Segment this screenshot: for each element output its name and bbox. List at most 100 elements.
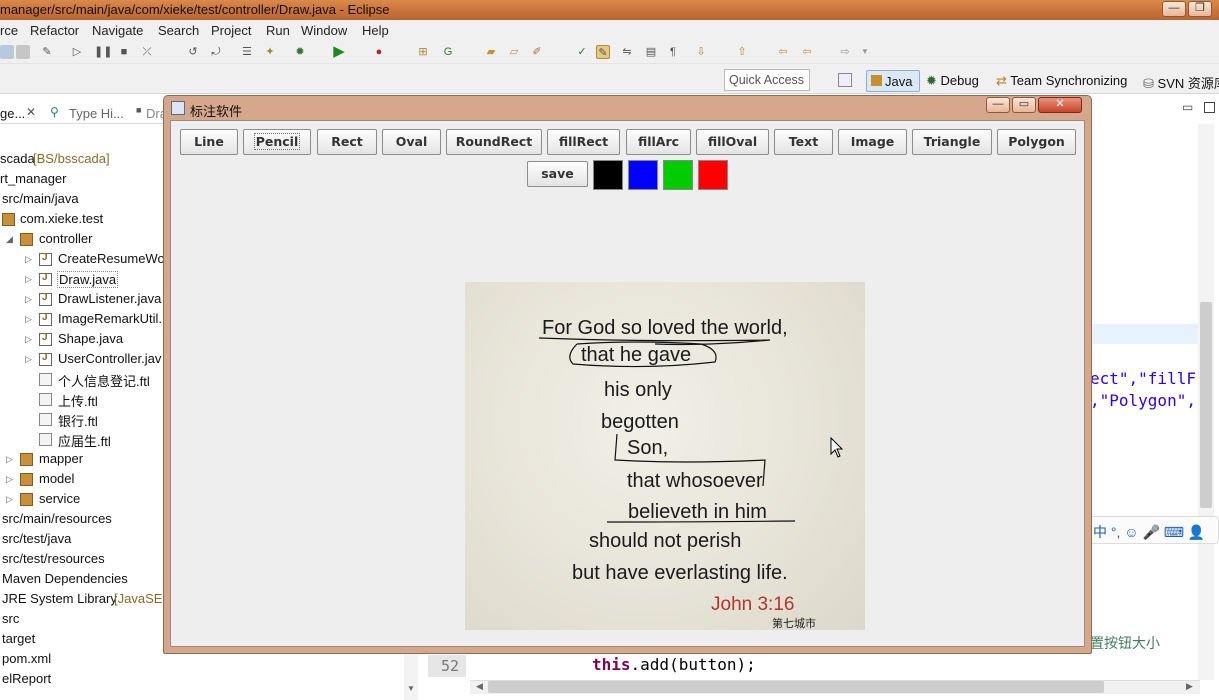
menu-source[interactable]: rce bbox=[0, 23, 18, 38]
verse-line: Son, bbox=[627, 437, 668, 459]
save-button[interactable]: save bbox=[527, 161, 588, 187]
toggle-mark-occurrences-icon[interactable]: ✎ bbox=[596, 45, 610, 59]
tool-line-button[interactable]: Line bbox=[180, 129, 238, 155]
menu-run[interactable]: Run bbox=[266, 23, 290, 38]
use-step-filters-icon[interactable]: ☰ bbox=[240, 45, 254, 59]
toggle-block-icon[interactable]: ⇋ bbox=[620, 45, 634, 59]
horizontal-scroll-thumb[interactable] bbox=[488, 681, 1104, 693]
word-wrap-icon[interactable]: ▤ bbox=[644, 45, 658, 59]
menu-project[interactable]: Project bbox=[211, 23, 251, 38]
java-file-icon bbox=[39, 292, 52, 306]
open-folder-icon[interactable]: ▱ bbox=[507, 45, 521, 59]
verse-image: For God so loved the world, that he gave… bbox=[538, 317, 816, 630]
tool-fillrect-button[interactable]: fillRect bbox=[547, 129, 620, 155]
package-icon bbox=[20, 233, 33, 246]
open-perspective-icon[interactable] bbox=[838, 73, 852, 87]
menu-search[interactable]: Search bbox=[158, 23, 199, 38]
perspective-team-sync[interactable]: ⇄ Team Synchronizing bbox=[994, 70, 1129, 92]
scroll-left-icon[interactable]: ◀ bbox=[476, 681, 483, 692]
step-return-icon[interactable]: ↺ bbox=[186, 45, 200, 59]
verse-line: should not perish bbox=[589, 530, 741, 552]
forward-icon[interactable]: ⇨ bbox=[838, 45, 852, 59]
dialog-minimize-button[interactable]: — bbox=[986, 97, 1010, 113]
run-external-icon[interactable]: ● bbox=[372, 45, 386, 59]
tool-polygon-button[interactable]: Polygon bbox=[997, 129, 1076, 155]
tool-text-button[interactable]: Text bbox=[774, 129, 833, 155]
show-whitespace-icon[interactable]: ¶ bbox=[666, 45, 680, 59]
view-tabs: ge... ✕ ⚲ Type Hi... ■ Dra bbox=[0, 98, 167, 124]
search-icon[interactable]: ✐ bbox=[530, 45, 544, 59]
last-edit-icon[interactable]: ⇦ bbox=[776, 45, 790, 59]
mouse-cursor-icon bbox=[830, 437, 844, 458]
pin-icon[interactable]: ✎ bbox=[40, 45, 54, 59]
close-icon[interactable]: ✕ bbox=[26, 105, 36, 119]
outline-icon: ■ bbox=[136, 105, 142, 115]
vertical-scroll-thumb[interactable] bbox=[1200, 302, 1212, 508]
restore-button[interactable]: ❐ bbox=[1188, 1, 1212, 17]
code-line: this.add(button); bbox=[592, 655, 756, 674]
prev-annotation-icon[interactable]: ⇧ bbox=[735, 45, 749, 59]
collapsed-arrow-icon: ▷ bbox=[6, 494, 13, 504]
next-annotation-icon[interactable]: ⇩ bbox=[694, 45, 708, 59]
main-toolbar: ✎ ▷ ❚❚ ■ ⤫ ↺ ⤾ ☰ ✦ ✹ ▶ ● ⊞ G ▰ ▱ ✐ ✓ ✎ ⇋… bbox=[0, 40, 1219, 64]
disconnect-icon[interactable]: ⤫ bbox=[140, 45, 154, 59]
collapsed-arrow-icon: ▷ bbox=[25, 254, 32, 264]
new-wizard-icon[interactable]: ✦ bbox=[263, 45, 277, 59]
package-icon bbox=[20, 453, 33, 466]
tool-roundrect-button[interactable]: RoundRect bbox=[446, 129, 542, 155]
tool-rect-button[interactable]: Rect bbox=[317, 129, 377, 155]
resume-icon[interactable]: ▷ bbox=[70, 45, 84, 59]
java-file-icon bbox=[39, 352, 52, 366]
menu-refactor[interactable]: Refactor bbox=[30, 23, 79, 38]
tab-type-hierarchy[interactable]: Type Hi... bbox=[69, 106, 124, 121]
perspective-debug[interactable]: ✹ Debug bbox=[924, 70, 981, 92]
minimize-view-icon[interactable]: ▭ bbox=[1182, 100, 1193, 114]
file-icon bbox=[39, 373, 52, 386]
new-java-project-icon[interactable]: ⊞ bbox=[416, 45, 430, 59]
color-blue-swatch[interactable] bbox=[628, 160, 658, 190]
scroll-right-icon[interactable]: ▶ bbox=[1186, 681, 1193, 692]
line-number: 52 bbox=[428, 655, 466, 677]
annotation-icon[interactable]: ✓ bbox=[575, 45, 589, 59]
java-file-icon bbox=[39, 332, 52, 346]
perspective-svn[interactable]: ⛁ SVN 资源库 bbox=[1141, 70, 1219, 92]
color-red-swatch[interactable] bbox=[698, 160, 728, 190]
minimize-button[interactable]: — bbox=[1162, 1, 1186, 17]
new-class-icon[interactable]: G bbox=[441, 45, 455, 59]
tool-pencil-button[interactable]: Pencil bbox=[243, 129, 311, 155]
ime-status: 中 °, ☺ 🎤 ⌨ 👤 bbox=[1093, 524, 1206, 540]
open-type-icon[interactable]: ▰ bbox=[484, 45, 498, 59]
chevron-down-icon[interactable]: ▼ bbox=[858, 45, 872, 59]
run-icon[interactable]: ▶ bbox=[332, 44, 346, 59]
file-icon bbox=[39, 433, 52, 446]
tool-oval-button[interactable]: Oval bbox=[382, 129, 441, 155]
tab-package-explorer[interactable]: ge... bbox=[0, 106, 25, 121]
bug-icon: ✹ bbox=[926, 73, 937, 88]
drop-frame-icon[interactable]: ⤾ bbox=[209, 45, 223, 59]
back-icon[interactable]: ⇦ bbox=[800, 45, 814, 59]
quick-access-field[interactable]: Quick Access bbox=[724, 69, 810, 91]
terminate-icon[interactable]: ■ bbox=[117, 45, 131, 59]
maximize-view-icon[interactable] bbox=[1204, 102, 1215, 113]
print-icon[interactable] bbox=[16, 45, 30, 59]
verse-line: begotten bbox=[601, 411, 679, 433]
color-black-swatch[interactable] bbox=[593, 160, 623, 190]
tool-fillarc-button[interactable]: fillArc bbox=[626, 129, 691, 155]
dialog-close-button[interactable]: ✕ bbox=[1038, 97, 1082, 113]
color-green-swatch[interactable] bbox=[663, 160, 693, 190]
suspend-icon[interactable]: ❚❚ bbox=[94, 45, 112, 59]
save-all-icon[interactable] bbox=[0, 45, 14, 59]
tool-filloval-button[interactable]: fillOval bbox=[696, 129, 769, 155]
dialog-maximize-button[interactable]: ▭ bbox=[1012, 97, 1036, 113]
tool-triangle-button[interactable]: Triangle bbox=[912, 129, 992, 155]
verse-line: that whosoever bbox=[627, 470, 763, 492]
java-perspective-icon bbox=[871, 75, 882, 86]
verse-line: but have everlasting life. bbox=[572, 562, 788, 584]
debug-icon[interactable]: ✹ bbox=[293, 45, 307, 59]
menu-window[interactable]: Window bbox=[301, 23, 347, 38]
tool-image-button[interactable]: Image bbox=[838, 129, 907, 155]
menu-navigate[interactable]: Navigate bbox=[92, 23, 143, 38]
menu-help[interactable]: Help bbox=[362, 23, 389, 38]
collapsed-arrow-icon: ▷ bbox=[25, 334, 32, 344]
perspective-java[interactable]: Java bbox=[866, 70, 920, 92]
